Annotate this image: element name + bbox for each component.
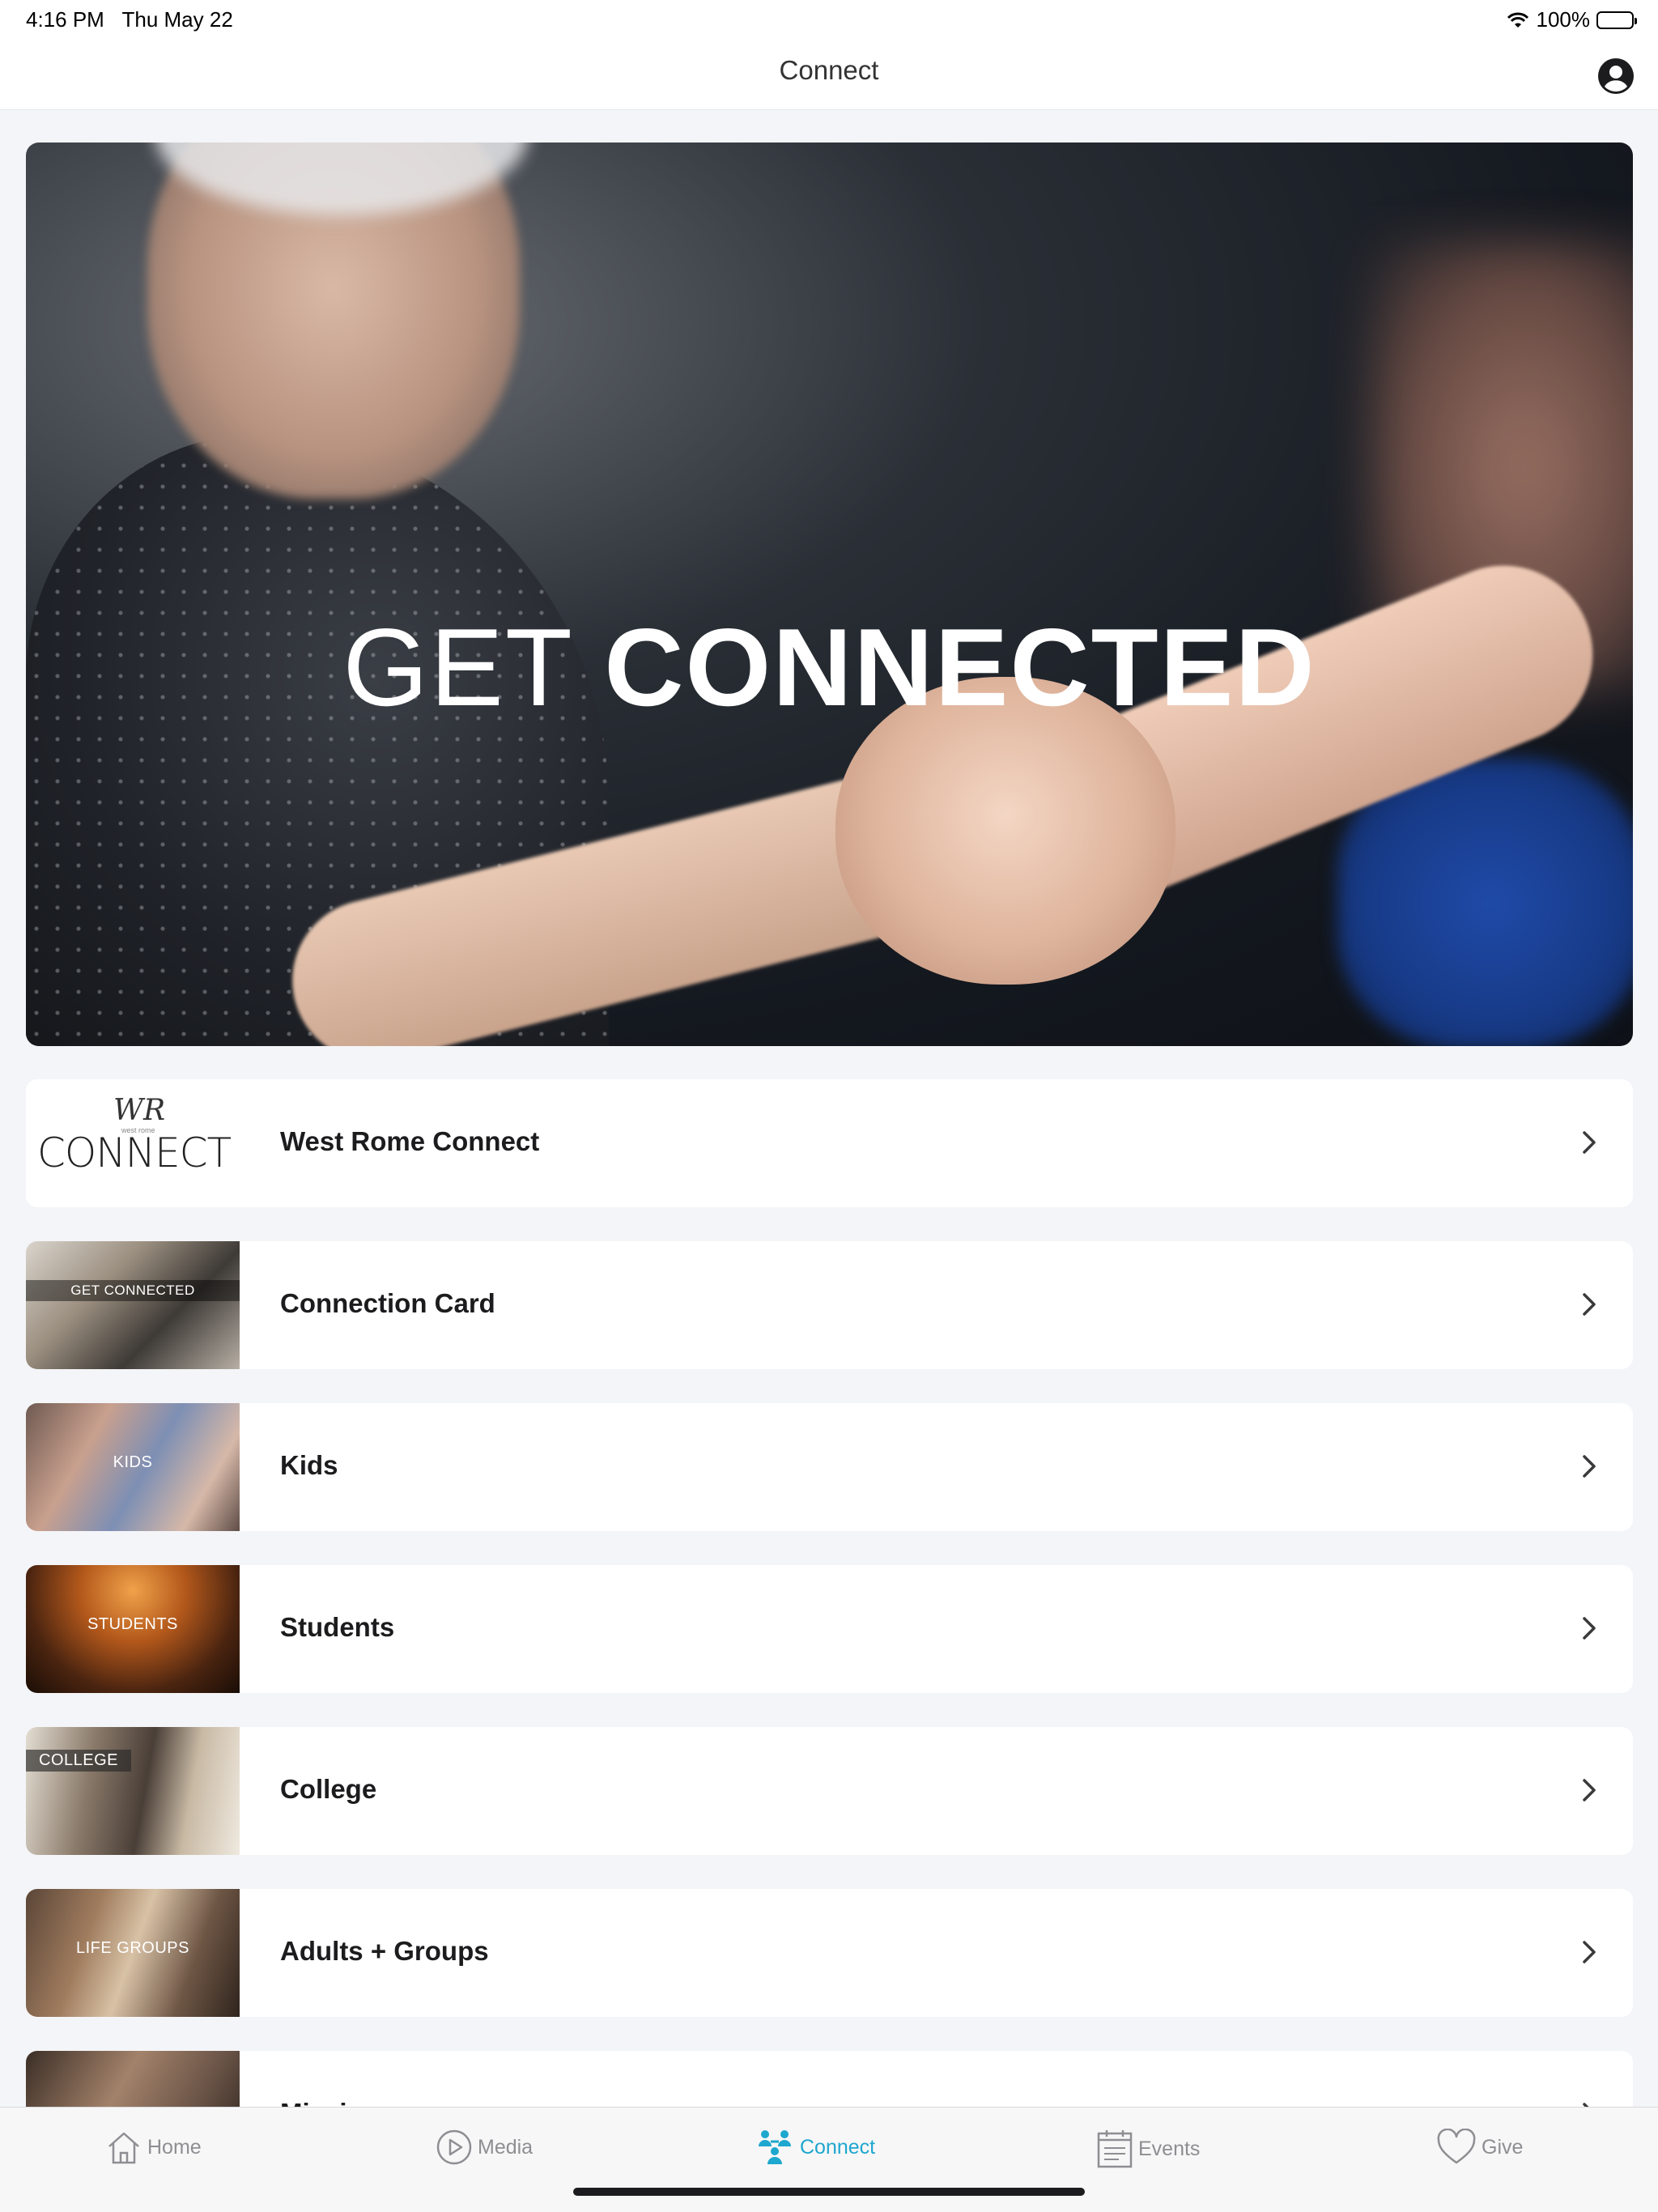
list-item-title: College xyxy=(280,1774,377,1804)
battery-percent: 100% xyxy=(1536,7,1591,32)
logo-script: WR xyxy=(113,1094,166,1127)
status-date-text: Thu May 22 xyxy=(121,7,233,32)
tab-label: Connect xyxy=(800,2135,876,2159)
status-bar: 4:16 PM Thu May 22 100% xyxy=(0,0,1658,39)
list-item[interactable]: WR west rome CONNECT West Rome Connect xyxy=(26,1079,1633,1207)
list-item-title: Kids xyxy=(280,1450,338,1480)
list-thumb-life-groups: LIFE GROUPS xyxy=(26,1889,240,2017)
play-circle-icon xyxy=(436,2129,472,2165)
home-indicator[interactable] xyxy=(573,2188,1085,2196)
list-item[interactable]: GET CONNECTED Connection Card xyxy=(26,1241,1633,1369)
list-thumb-kids: KIDS xyxy=(26,1403,240,1531)
list-thumb-connection-card: GET CONNECTED xyxy=(26,1241,240,1369)
person-circle-icon[interactable] xyxy=(1596,57,1635,96)
tab-media[interactable]: Media xyxy=(436,2129,533,2166)
status-time-text: 4:16 PM xyxy=(26,7,104,32)
tab-label: Give xyxy=(1482,2135,1524,2159)
tab-connect[interactable]: Connect xyxy=(755,2129,875,2166)
tab-home[interactable]: Home xyxy=(105,2129,202,2166)
list-item[interactable]: KIDS Kids xyxy=(26,1403,1633,1531)
tab-label: Media xyxy=(478,2135,534,2159)
tab-give[interactable]: Give xyxy=(1436,2129,1523,2166)
home-icon xyxy=(108,2132,139,2164)
list-item-title: Students xyxy=(280,1612,395,1642)
list-item-title: Adults + Groups xyxy=(280,1936,489,1966)
thumb-label: COLLEGE xyxy=(26,1750,131,1772)
list-thumb-west-rome-connect: WR west rome CONNECT xyxy=(26,1079,240,1207)
list-item[interactable]: COLLEGE College xyxy=(26,1727,1633,1855)
wifi-icon xyxy=(1507,12,1528,28)
battery-icon xyxy=(1596,11,1637,29)
tab-label: Events xyxy=(1138,2137,1201,2160)
calendar-icon xyxy=(1097,2130,1133,2168)
chevron-right-icon xyxy=(1583,1617,1596,1640)
thumb-label: STUDENTS xyxy=(87,1615,178,1633)
nav-bar: Connect xyxy=(0,39,1658,110)
chevron-right-icon xyxy=(1583,1779,1596,1802)
tab-events[interactable]: Events xyxy=(1096,2129,1200,2169)
hero-title-light: GET xyxy=(342,606,572,729)
thumb-label: LIFE GROUPS xyxy=(76,1939,189,1957)
tab-bar: Home Media Connect Events Give xyxy=(0,2107,1658,2212)
thumb-label: KIDS xyxy=(113,1453,153,1471)
hero-title: GET CONNECTED xyxy=(26,604,1633,730)
chevron-right-icon xyxy=(1583,1293,1596,1316)
tab-label: Home xyxy=(147,2135,202,2159)
list-item[interactable]: STUDENTS Students xyxy=(26,1565,1633,1693)
page-title: Connect xyxy=(779,55,879,85)
list-item-title: Connection Card xyxy=(280,1288,495,1318)
chevron-right-icon xyxy=(1583,1941,1596,1963)
hero-blue-shirt xyxy=(1337,758,1633,1046)
heart-icon xyxy=(1437,2129,1476,2164)
hero-banner[interactable]: GET CONNECTED xyxy=(26,143,1633,1046)
list-item-title: West Rome Connect xyxy=(280,1126,540,1156)
hero-title-bold: CONNECTED xyxy=(604,606,1316,729)
chevron-right-icon xyxy=(1583,1455,1596,1478)
status-time: 4:16 PM Thu May 22 xyxy=(26,7,233,32)
people-icon xyxy=(759,2130,791,2164)
thumb-label: GET CONNECTED xyxy=(26,1280,240,1301)
status-right: 100% xyxy=(1506,7,1637,32)
list-thumb-students: STUDENTS xyxy=(26,1565,240,1693)
chevron-right-icon xyxy=(1583,1131,1596,1154)
list-thumb-college: COLLEGE xyxy=(26,1727,240,1855)
logo-word: CONNECT xyxy=(37,1129,232,1176)
list-item[interactable]: LIFE GROUPS Adults + Groups xyxy=(26,1889,1633,2017)
